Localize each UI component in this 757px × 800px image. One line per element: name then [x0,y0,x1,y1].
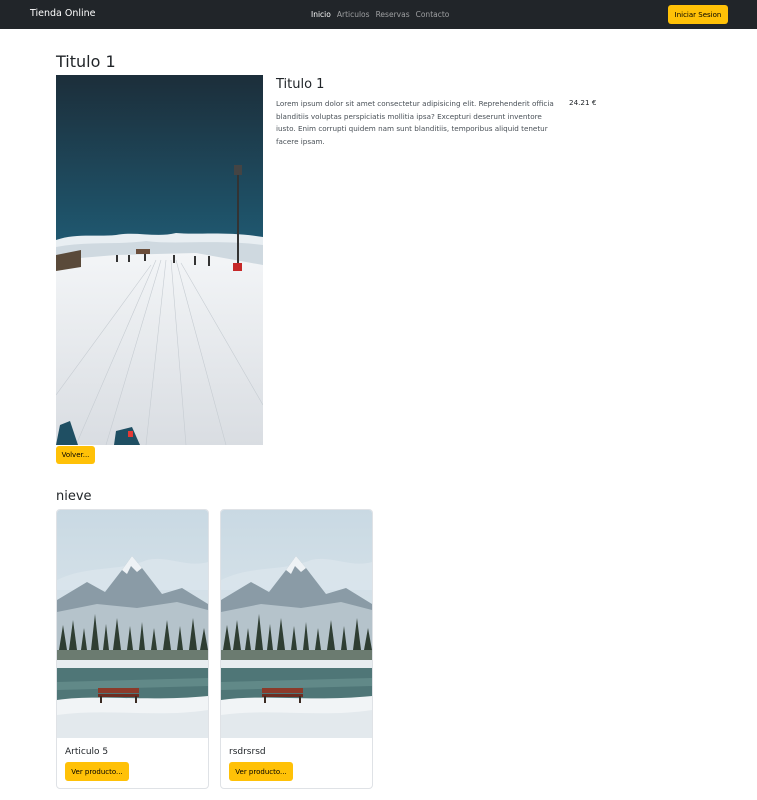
product-image [56,75,263,445]
nav-link-articulos[interactable]: Articulos [337,10,370,19]
nav-link-contacto[interactable]: Contacto [416,10,450,19]
brand-link[interactable]: Tienda Online [30,8,96,19]
navbar: Tienda Online Inicio Articulos Reservas … [0,0,757,29]
page-title: Titulo 1 [56,52,116,71]
product-title: Titulo 1 [276,77,325,92]
nav-link-reservas[interactable]: Reservas [376,10,410,19]
view-product-button[interactable]: Ver producto... [65,762,129,781]
nav-links: Inicio Articulos Reservas Contacto [311,10,449,19]
mountain-lake-image [57,510,208,738]
product-description: Lorem ipsum dolor sit amet consectetur a… [276,99,554,146]
card-title: Articulo 5 [65,747,109,757]
nav-link-inicio[interactable]: Inicio [311,10,331,19]
product-card: Articulo 5 Ver producto... [56,509,209,789]
section-title: nieve [56,489,92,504]
back-button[interactable]: Volver... [56,446,95,464]
mountain-lake-image [221,510,372,738]
view-product-button[interactable]: Ver producto... [229,762,293,781]
product-card: rsdrsrsd Ver producto... [220,509,373,789]
ski-slope-image [56,75,263,445]
login-button[interactable]: Iniciar Sesion [668,5,728,24]
product-price: 24.21 € [569,98,597,107]
card-title: rsdrsrsd [229,747,266,757]
